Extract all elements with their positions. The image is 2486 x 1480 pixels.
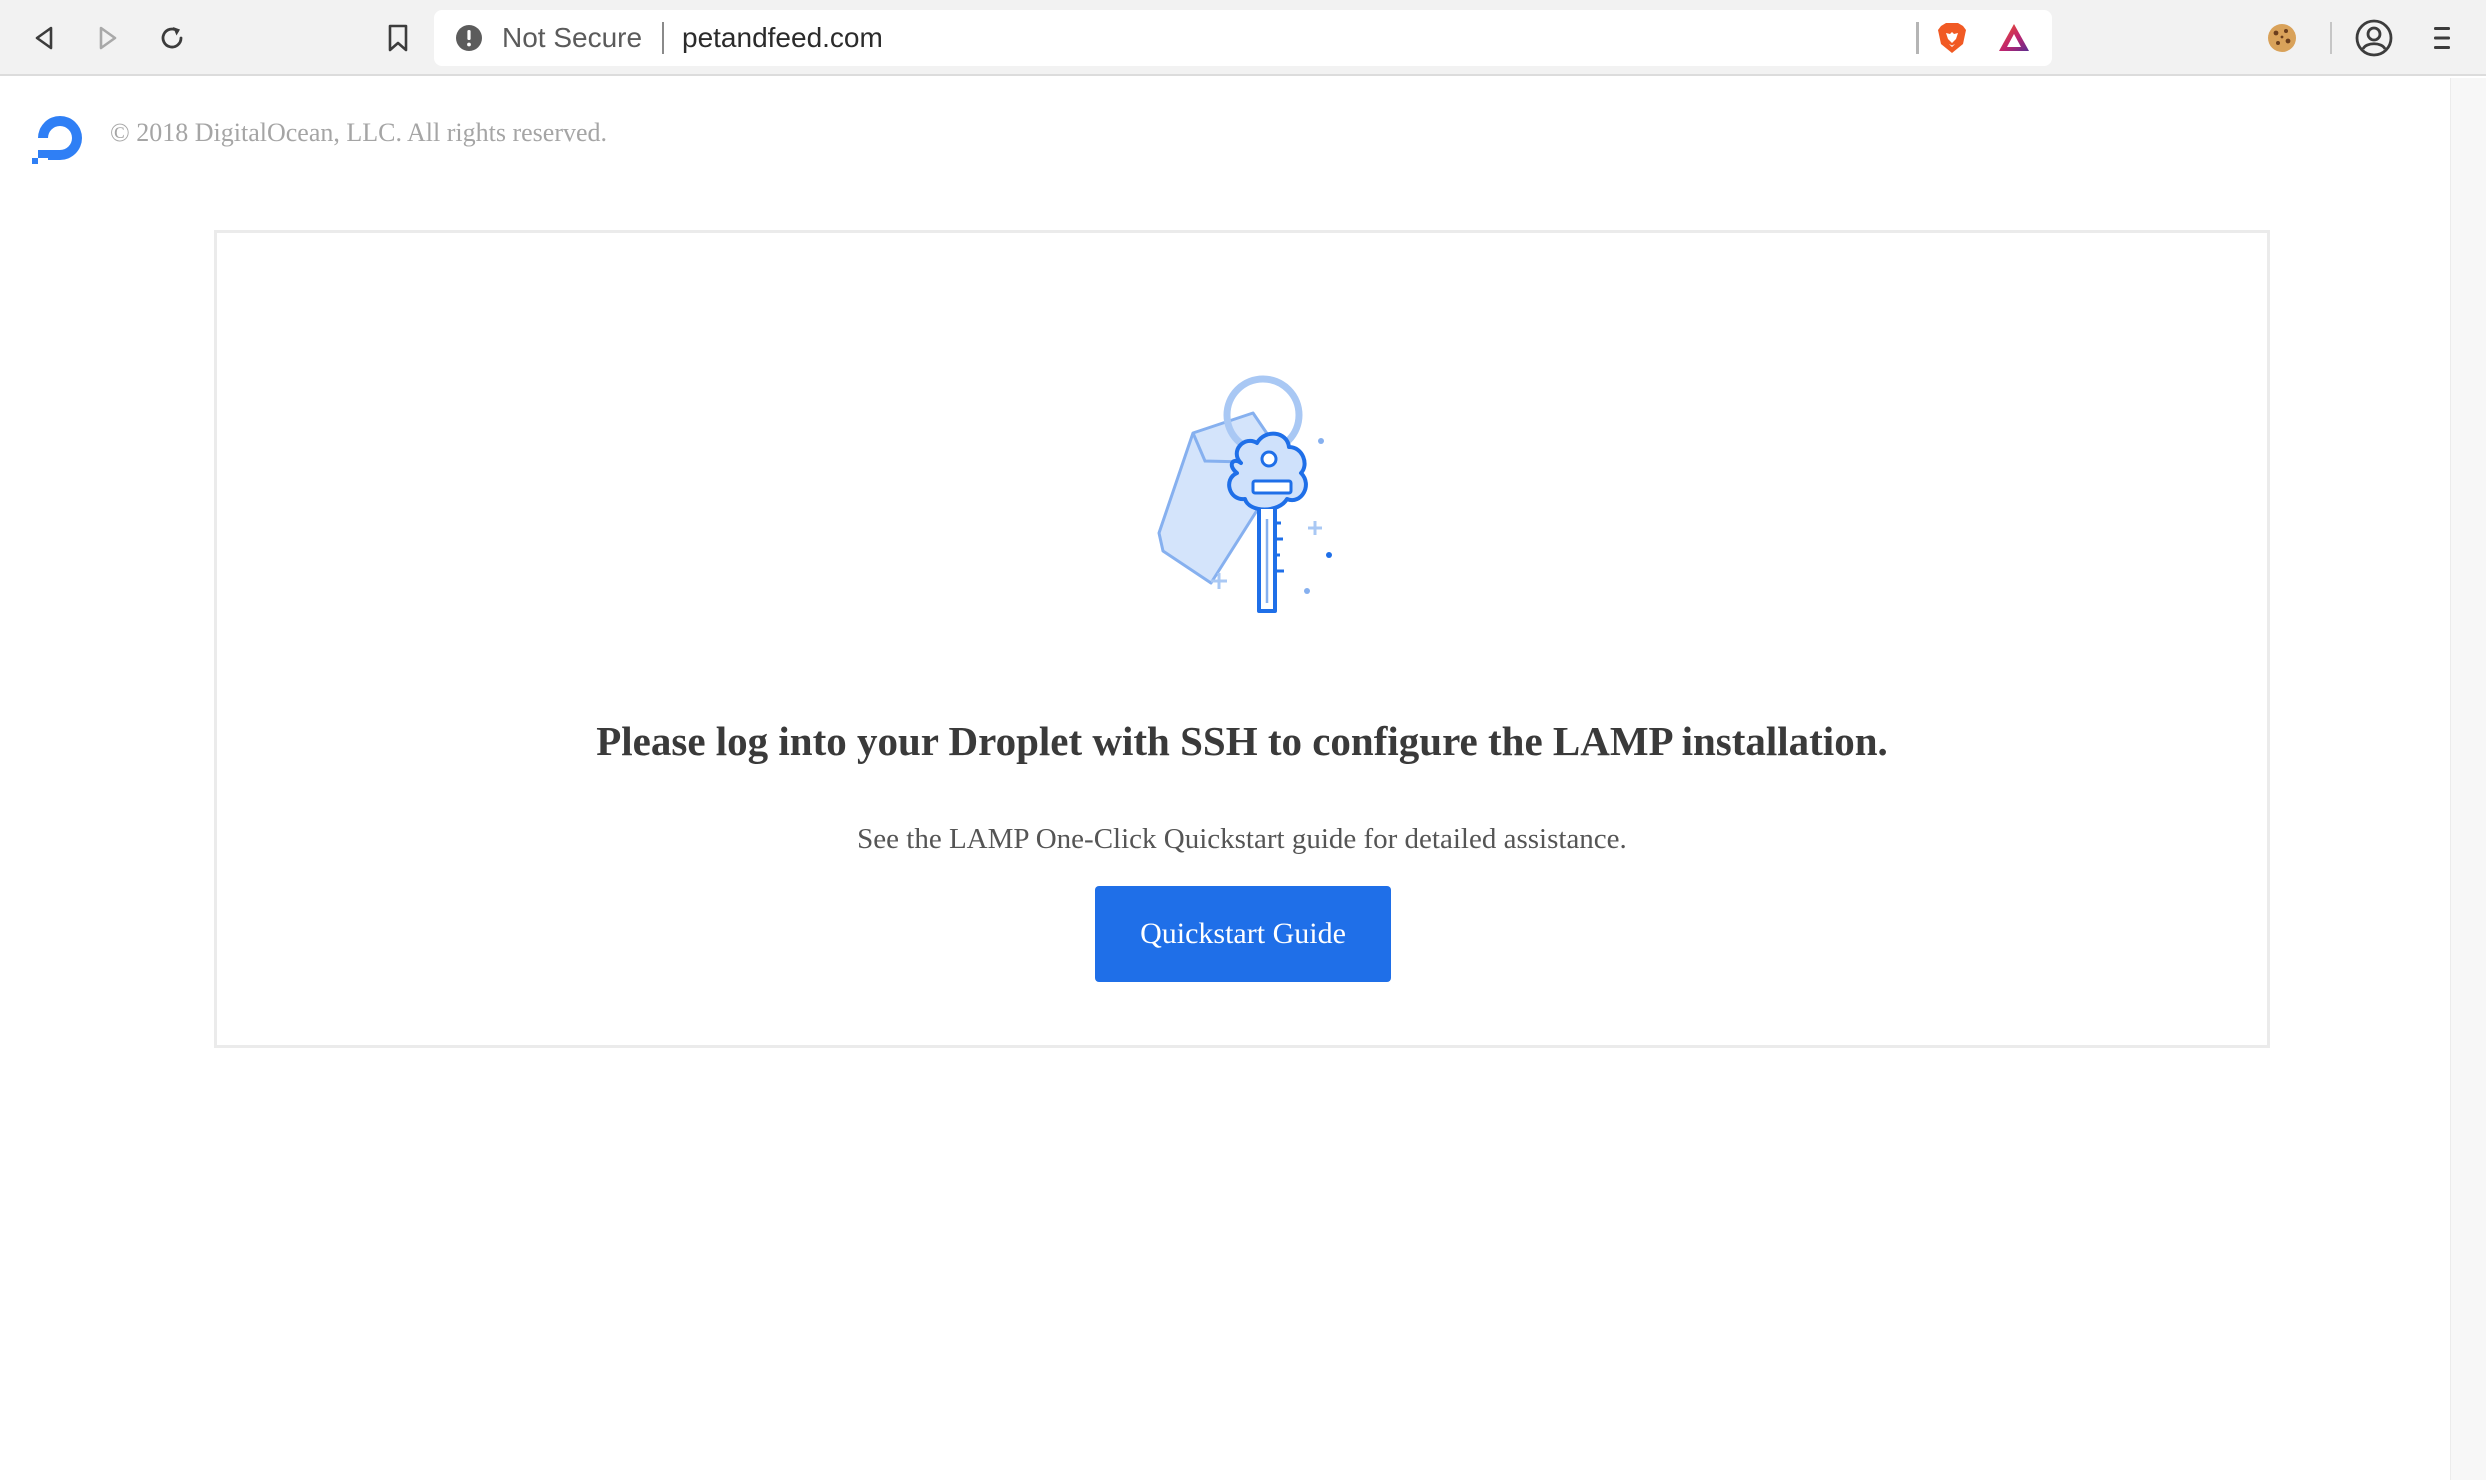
back-arrow-icon [35, 26, 53, 50]
digitalocean-logo[interactable] [28, 106, 92, 170]
warning-circle-icon[interactable] [454, 23, 484, 53]
key-illustration [1157, 375, 1332, 613]
reload-icon [161, 27, 183, 49]
cookie-icon[interactable] [2264, 20, 2300, 56]
brave-lion-icon[interactable] [1934, 20, 1970, 56]
address-divider [662, 22, 664, 54]
copyright-text: © 2018 DigitalOcean, LLC. All rights res… [110, 118, 608, 147]
page-scrollbar[interactable] [2450, 78, 2486, 1480]
url-text[interactable]: petandfeed.com [682, 10, 883, 66]
info-card: Please log into your Droplet with SSH to… [214, 230, 2270, 1048]
forward-button[interactable] [84, 14, 132, 62]
profile-icon[interactable] [2354, 18, 2394, 58]
address-divider-right [1916, 22, 1919, 54]
bookmark-icon [388, 24, 408, 52]
address-bar[interactable]: Not Secure petandfeed.com [434, 10, 2052, 66]
card-heading: Please log into your Droplet with SSH to… [596, 718, 1888, 764]
hamburger-menu-icon[interactable] [2424, 18, 2460, 58]
security-status-label[interactable]: Not Secure [502, 10, 642, 66]
reload-button[interactable] [148, 14, 196, 62]
forward-arrow-icon [99, 26, 117, 50]
browser-toolbar: Not Secure petandfeed.com [0, 0, 2486, 76]
quickstart-guide-button[interactable]: Quickstart Guide [1095, 886, 1391, 982]
back-button[interactable] [20, 14, 68, 62]
brave-rewards-triangle-icon[interactable] [1996, 20, 2032, 56]
toolbar-separator [2330, 22, 2332, 54]
card-subtext: See the LAMP One-Click Quickstart guide … [857, 823, 1627, 855]
bookmark-button[interactable] [374, 14, 422, 62]
